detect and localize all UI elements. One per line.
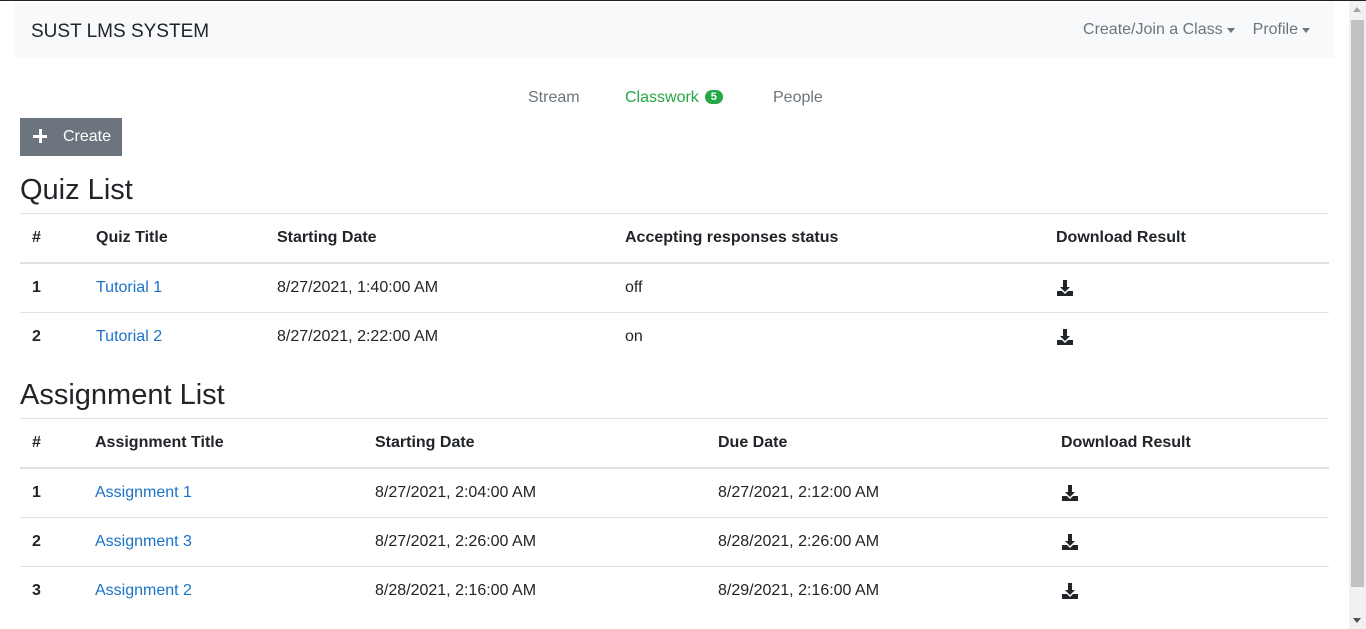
assignment-title-cell: Assignment 2 [83,566,363,615]
table-row: 2 Assignment 3 8/27/2021, 2:26:00 AM 8/2… [20,517,1329,567]
top-navbar: SUST LMS SYSTEM Create/Join a Class Prof… [15,2,1334,58]
col-header-num: # [20,418,83,469]
download-cell [1049,517,1329,567]
classwork-count-badge: 5 [704,90,723,104]
assignment-title-cell: Assignment 1 [83,467,363,518]
download-cell [1049,467,1329,518]
scrollbar-thumb[interactable] [1351,20,1364,587]
starting-date-cell: 8/27/2021, 1:40:00 AM [265,262,613,313]
row-number: 1 [20,467,83,518]
download-icon[interactable] [1061,582,1079,600]
quiz-table: # Quiz Title Starting Date Accepting res… [20,213,1329,361]
create-button[interactable]: Create [20,118,122,156]
due-date-cell: 8/28/2021, 2:26:00 AM [706,517,1049,567]
tab-stream[interactable]: Stream [528,89,580,107]
col-header-download-result: Download Result [1049,418,1329,469]
col-header-starting-date: Starting Date [363,418,706,469]
col-header-quiz-title: Quiz Title [84,213,265,264]
table-row: 3 Assignment 2 8/28/2021, 2:16:00 AM 8/2… [20,566,1329,615]
table-row: 2 Tutorial 2 8/27/2021, 2:22:00 AM on [20,312,1329,361]
row-number: 2 [20,312,84,361]
due-date-cell: 8/29/2021, 2:16:00 AM [706,566,1049,615]
row-number: 1 [20,262,84,313]
download-icon[interactable] [1056,279,1074,297]
table-row: 1 Assignment 1 8/27/2021, 2:04:00 AM 8/2… [20,467,1329,518]
starting-date-cell: 8/28/2021, 2:16:00 AM [363,566,706,615]
status-cell: off [613,262,1044,313]
quiz-title-link[interactable]: Tutorial 2 [96,328,162,345]
tab-classwork-label: Classwork [625,89,699,106]
quiz-table-header: # Quiz Title Starting Date Accepting res… [20,213,1329,264]
assignment-table: # Assignment Title Starting Date Due Dat… [20,418,1329,615]
create-join-class-label: Create/Join a Class [1083,21,1223,38]
brand-title[interactable]: SUST LMS SYSTEM [31,21,209,43]
col-header-download-result: Download Result [1044,213,1329,264]
col-header-starting-date: Starting Date [265,213,613,264]
table-row: 1 Tutorial 1 8/27/2021, 1:40:00 AM off [20,262,1329,313]
col-header-status: Accepting responses status [613,213,1044,264]
due-date-cell: 8/27/2021, 2:12:00 AM [706,467,1049,518]
starting-date-cell: 8/27/2021, 2:26:00 AM [363,517,706,567]
starting-date-cell: 8/27/2021, 2:04:00 AM [363,467,706,518]
download-cell [1049,566,1329,615]
tab-people[interactable]: People [773,89,823,107]
caret-down-icon [1302,27,1310,33]
scroll-down-icon[interactable] [1353,618,1361,623]
starting-date-cell: 8/27/2021, 2:22:00 AM [265,312,613,361]
status-cell: on [613,312,1044,361]
assignment-title-cell: Assignment 3 [83,517,363,567]
download-icon[interactable] [1061,484,1079,502]
navbar-menu: Create/Join a Class Profile [1083,21,1310,39]
assignment-title-link[interactable]: Assignment 1 [95,484,192,501]
download-cell [1044,312,1329,361]
row-number: 2 [20,517,83,567]
quiz-list-heading: Quiz List [20,174,133,206]
download-icon[interactable] [1061,533,1079,551]
assignment-title-link[interactable]: Assignment 3 [95,533,192,550]
download-icon[interactable] [1056,328,1074,346]
profile-label: Profile [1252,21,1298,38]
class-tabs: Stream Classwork 5 People [0,89,1366,109]
assignment-title-link[interactable]: Assignment 2 [95,582,192,599]
scroll-up-icon[interactable] [1353,7,1361,12]
col-header-num: # [20,213,84,264]
col-header-assignment-title: Assignment Title [83,418,363,469]
profile-dropdown[interactable]: Profile [1253,21,1310,39]
assignment-list-heading: Assignment List [20,379,225,411]
caret-down-icon [1226,27,1235,33]
create-join-class-dropdown[interactable]: Create/Join a Class [1083,21,1235,39]
quiz-title-link[interactable]: Tutorial 1 [96,279,162,296]
row-number: 3 [20,566,83,615]
vertical-scrollbar[interactable] [1349,1,1366,629]
download-cell [1044,262,1329,313]
create-button-label: Create [63,128,112,145]
tab-classwork[interactable]: Classwork 5 [625,89,723,107]
quiz-title-cell: Tutorial 1 [84,262,265,313]
assignment-table-header: # Assignment Title Starting Date Due Dat… [20,418,1329,469]
plus-icon [33,129,47,143]
col-header-due-date: Due Date [706,418,1049,469]
quiz-title-cell: Tutorial 2 [84,312,265,361]
